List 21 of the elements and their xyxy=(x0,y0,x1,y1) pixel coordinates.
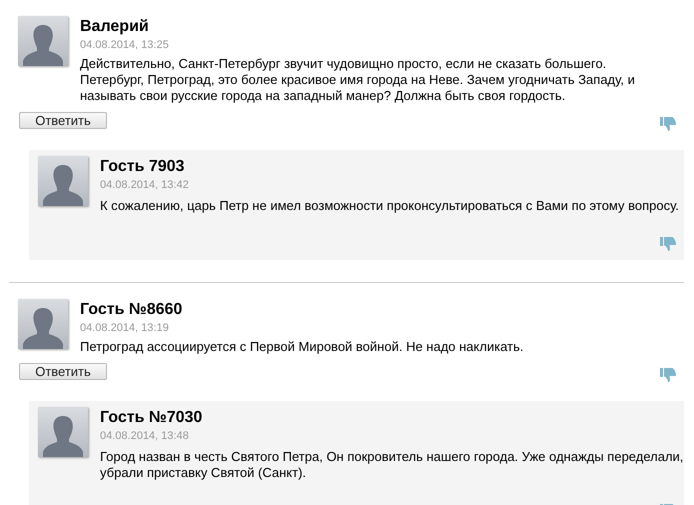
author-name: Гость №8660 xyxy=(80,300,184,320)
comment-date: 04.08.2014, 13:19 xyxy=(80,321,170,335)
comment-date: 04.08.2014, 13:48 xyxy=(100,429,190,443)
comment-text: Петроград ассоциируется с Первой Мировой войной. Не надо накликать. xyxy=(80,339,524,355)
avatar-icon xyxy=(18,299,68,349)
author-name: Валерий xyxy=(80,17,150,37)
thumbs-down-icon[interactable] xyxy=(660,116,676,134)
comment-text: Город назван в честь Святого Петра, Он покровитель нашего города. Уже однажды переделали, убрали приставку Святой (Санкт). xyxy=(100,449,684,481)
comment-date: 04.08.2014, 13:42 xyxy=(100,178,190,192)
thumbs-down-icon[interactable] xyxy=(660,367,676,385)
thumbs-down-icon[interactable] xyxy=(660,236,676,254)
avatar-icon xyxy=(38,156,88,206)
author-name: Гость 7903 xyxy=(100,157,186,177)
reply-button[interactable]: Ответить xyxy=(19,112,107,129)
comment-text: К сожалению, царь Петр не имел возможности проконсультироваться с Вами по этому вопросу. xyxy=(100,198,680,214)
avatar-icon xyxy=(38,407,88,457)
author-name: Гость №7030 xyxy=(100,408,204,428)
comment-date: 04.08.2014, 13:25 xyxy=(80,38,170,52)
comment-text: Действительно, Санкт-Петербург звучит чудовищно просто, если не сказать большего. Петербург, Петроград, это более красивое имя города на Неве. Зачем угодничать Западу, и называть свои русские города на западный манер? Должна быть своя гордость. xyxy=(80,56,636,104)
avatar-icon xyxy=(18,16,68,66)
reply-button[interactable]: Ответить xyxy=(19,363,107,380)
